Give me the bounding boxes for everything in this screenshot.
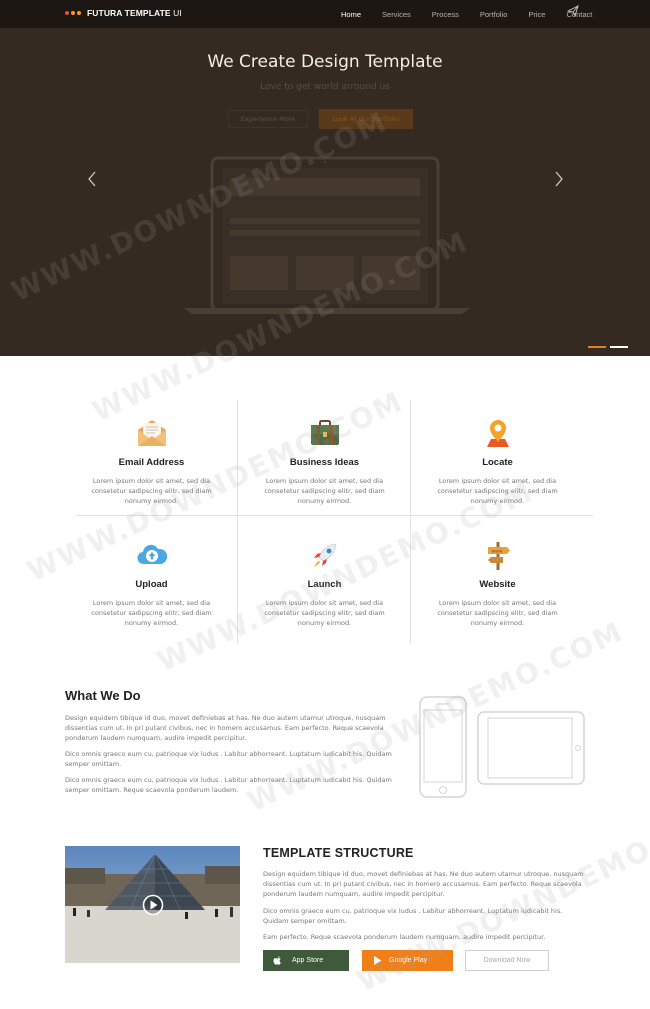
brand-logo[interactable]: FUTURA TEMPLATE UI	[65, 8, 182, 18]
feature-website: www Website Lorem ipsum dolor sit amet, …	[411, 522, 584, 644]
template-structure-paragraph: Design equidem tibique id duo, movet def…	[263, 870, 584, 898]
menu-item-price[interactable]: Price	[528, 10, 545, 19]
what-we-do-paragraph: Dico omnis graeco eum cu, patrioque vix …	[65, 750, 392, 768]
app-store-button[interactable]: App Store	[263, 950, 349, 971]
google-play-button[interactable]: Google Play	[362, 950, 453, 971]
app-store-label: App Store	[292, 957, 324, 964]
portfolio-button[interactable]: Look At Our Portfolio	[319, 109, 413, 129]
feature-title: Launch	[307, 579, 342, 590]
slider-indicators	[588, 346, 632, 348]
feature-description: Lorem ipsum dolor sit amet, sed dia cons…	[91, 477, 212, 505]
feature-locate: Locate Lorem ipsum dolor sit amet, sed d…	[411, 400, 584, 522]
feature-business: Business Ideas Lorem ipsum dolor sit ame…	[238, 400, 411, 522]
chevron-right-icon[interactable]	[553, 170, 565, 188]
feature-email: Email Address Lorem ipsum dolor sit amet…	[65, 400, 238, 522]
brand-dot	[71, 11, 75, 15]
experience-more-button[interactable]: Experience More	[228, 110, 308, 128]
chevron-left-icon[interactable]	[86, 170, 98, 188]
briefcase-icon	[311, 420, 339, 445]
feature-title: Website	[479, 579, 516, 590]
download-now-button[interactable]: Download Now	[465, 950, 549, 971]
slide-indicator[interactable]	[610, 346, 628, 348]
template-structure-paragraph: Dico omnis graeco eum cu, patrioque vix …	[263, 907, 563, 925]
template-structure-title: TEMPLATE STRUCTURE	[263, 846, 414, 860]
envelope-icon	[138, 420, 166, 446]
top-navbar: FUTURA TEMPLATE UI Home Services Process…	[0, 0, 650, 28]
features-grid: Email Address Lorem ipsum dolor sit amet…	[65, 400, 593, 644]
laptop-illustration	[184, 156, 470, 314]
slide-indicator-active[interactable]	[588, 346, 606, 348]
feature-title: Business Ideas	[289, 457, 360, 468]
menu-item-services[interactable]: Services	[382, 10, 411, 19]
menu-item-home[interactable]: Home	[341, 10, 361, 19]
svg-text:www: www	[491, 550, 502, 555]
hero-title: We Create Design Template	[207, 52, 443, 72]
feature-title: Locate	[482, 457, 513, 468]
menu-item-portfolio[interactable]: Portfolio	[480, 10, 508, 19]
cloud-upload-icon	[137, 544, 168, 565]
feature-description: Lorem ipsum dolor sit amet, sed dia cons…	[91, 599, 212, 627]
play-icon[interactable]	[142, 894, 164, 916]
what-we-do-title: What We Do	[65, 688, 141, 703]
template-structure-paragraph: Eam perfecto. Reque scaevola ponderum la…	[263, 933, 546, 941]
what-we-do-paragraph: Design equidem tibique id duo, movet def…	[65, 714, 386, 742]
google-play-icon	[374, 956, 382, 965]
paper-plane-icon[interactable]	[567, 5, 579, 17]
feature-description: Lorem ipsum dolor sit amet, sed dia cons…	[264, 599, 385, 627]
phone-tablet-outline-icon	[419, 696, 585, 798]
feature-description: Lorem ipsum dolor sit amet, sed dia cons…	[437, 477, 558, 505]
signpost-icon: www	[488, 542, 510, 570]
feature-upload: Upload Lorem ipsum dolor sit amet, sed d…	[65, 522, 238, 644]
apple-icon	[273, 956, 281, 965]
brand-name-main: FUTURA TEMPLATE	[87, 8, 171, 18]
feature-description: Lorem ipsum dolor sit amet, sed dia cons…	[264, 477, 385, 505]
feature-title: Email Address	[118, 457, 185, 468]
brand-dot	[65, 11, 69, 15]
hero-slider: We Create Design Template Love to get wo…	[0, 28, 650, 356]
brand-dot	[77, 11, 81, 15]
hero-subtitle: Love to get world arround us	[260, 82, 390, 92]
google-play-label: Google Play	[389, 957, 428, 964]
location-pin-icon	[487, 420, 509, 447]
feature-title: Upload	[135, 579, 168, 590]
video-thumbnail[interactable]	[65, 846, 240, 963]
feature-launch: Launch Lorem ipsum dolor sit amet, sed d…	[238, 522, 411, 644]
brand-name-suffix: UI	[173, 8, 182, 18]
brand-name: FUTURA TEMPLATE UI	[87, 8, 182, 18]
rocket-icon	[314, 543, 337, 567]
feature-description: Lorem ipsum dolor sit amet, sed dia cons…	[437, 599, 558, 627]
what-we-do-paragraph: Dico omnis graeco eum cu, patrioque vix …	[65, 776, 392, 794]
menu-item-process[interactable]: Process	[432, 10, 459, 19]
